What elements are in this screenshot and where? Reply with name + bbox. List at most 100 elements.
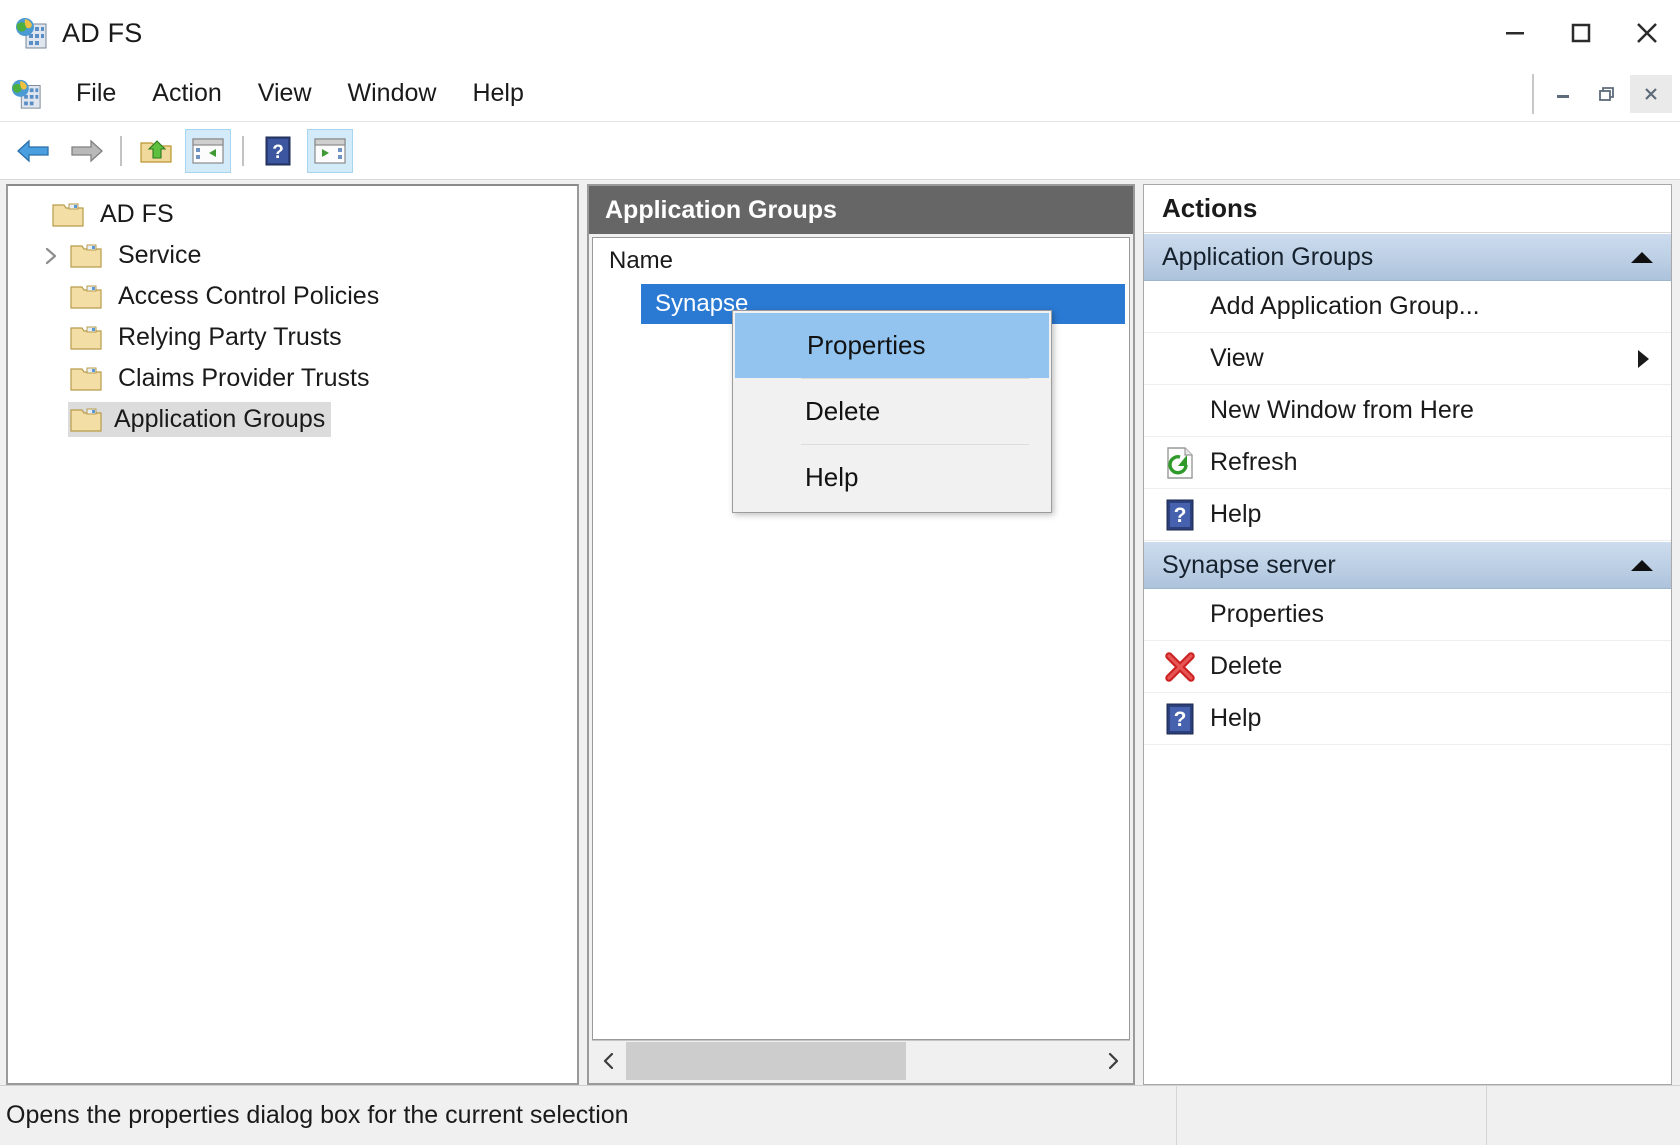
folder-icon bbox=[70, 243, 102, 269]
action-view[interactable]: View bbox=[1144, 333, 1671, 385]
window-title: AD FS bbox=[62, 17, 143, 48]
context-menu-item-properties[interactable]: Properties bbox=[735, 313, 1049, 378]
collapse-up-arrow-icon[interactable] bbox=[1631, 251, 1653, 263]
tree-item-claims-provider-trusts[interactable]: Claims Provider Trusts bbox=[8, 358, 577, 399]
chevron-left-icon[interactable] bbox=[592, 1042, 626, 1080]
svg-text:?: ? bbox=[272, 142, 284, 163]
folder-icon bbox=[70, 366, 102, 392]
menu-help[interactable]: Help bbox=[454, 75, 541, 112]
actions-group-label: Synapse server bbox=[1162, 550, 1336, 579]
action-label: Properties bbox=[1210, 600, 1324, 628]
no-icon bbox=[1162, 341, 1198, 377]
status-bar: Opens the properties dialog box for the … bbox=[0, 1085, 1680, 1145]
action-label: Add Application Group... bbox=[1210, 292, 1480, 320]
chevron-right-icon[interactable] bbox=[1096, 1042, 1130, 1080]
window-controls bbox=[1482, 0, 1680, 66]
action-label: Refresh bbox=[1210, 448, 1298, 476]
folder-icon bbox=[52, 202, 84, 228]
actions-group-label: Application Groups bbox=[1162, 242, 1374, 271]
folder-up-icon bbox=[140, 139, 172, 163]
svg-text:?: ? bbox=[1174, 708, 1187, 731]
adfs-icon-small bbox=[10, 78, 42, 110]
help-question-icon: ? bbox=[265, 136, 291, 165]
forward-button[interactable] bbox=[63, 129, 109, 173]
action-help-group1[interactable]: ? Help bbox=[1144, 489, 1671, 541]
no-icon bbox=[1162, 289, 1198, 325]
menu-file[interactable]: File bbox=[58, 75, 134, 112]
console-tree-pane: AD FS Service Access Control Policies Re… bbox=[6, 184, 579, 1085]
maximize-button[interactable] bbox=[1548, 0, 1614, 66]
mdi-minimize-button[interactable] bbox=[1542, 74, 1584, 113]
folder-icon bbox=[70, 284, 102, 310]
context-menu-item-help[interactable]: Help bbox=[733, 445, 1051, 510]
toolbar-separator bbox=[120, 135, 122, 166]
tree-item-access-control-policies[interactable]: Access Control Policies bbox=[8, 276, 577, 317]
back-button[interactable] bbox=[11, 129, 57, 173]
scrollbar-track[interactable] bbox=[626, 1041, 1096, 1080]
folder-icon bbox=[70, 407, 102, 433]
tree-item-label: Relying Party Trusts bbox=[118, 323, 342, 351]
tree-item-application-groups[interactable]: Application Groups bbox=[8, 399, 577, 440]
action-add-application-group[interactable]: Add Application Group... bbox=[1144, 281, 1671, 333]
menu-window[interactable]: Window bbox=[330, 75, 455, 112]
action-label: Help bbox=[1210, 500, 1262, 528]
tree-item-label: Claims Provider Trusts bbox=[118, 364, 370, 392]
submenu-arrow-icon bbox=[1638, 349, 1649, 368]
context-menu-label: Properties bbox=[807, 330, 926, 360]
action-label: New Window from Here bbox=[1210, 396, 1474, 424]
action-label: Help bbox=[1210, 704, 1262, 732]
action-help-group2[interactable]: ? Help bbox=[1144, 693, 1671, 745]
status-cell-secondary bbox=[1177, 1086, 1487, 1145]
collapse-up-arrow-icon[interactable] bbox=[1631, 559, 1653, 571]
folder-icon bbox=[70, 325, 102, 351]
tree-item-relying-party-trusts[interactable]: Relying Party Trusts bbox=[8, 317, 577, 358]
refresh-icon bbox=[1162, 445, 1198, 481]
minimize-button[interactable] bbox=[1482, 0, 1548, 66]
action-label: View bbox=[1210, 344, 1264, 372]
show-hide-tree-button[interactable] bbox=[185, 128, 231, 173]
menu-items: File Action View Window Help bbox=[58, 75, 542, 112]
adfs-icon bbox=[14, 16, 48, 50]
context-menu-label: Help bbox=[805, 462, 859, 492]
tree-item-service[interactable]: Service bbox=[8, 235, 577, 276]
actions-group-header-synapse-server[interactable]: Synapse server bbox=[1144, 541, 1671, 589]
status-message: Opens the properties dialog box for the … bbox=[0, 1086, 1177, 1145]
action-new-window-from-here[interactable]: New Window from Here bbox=[1144, 385, 1671, 437]
mdi-close-button[interactable] bbox=[1630, 74, 1672, 113]
no-icon bbox=[1162, 597, 1198, 633]
horizontal-scrollbar[interactable] bbox=[592, 1040, 1130, 1080]
mdi-window-controls bbox=[1532, 73, 1672, 114]
chevron-right-icon[interactable] bbox=[34, 245, 68, 267]
show-hide-action-pane-button[interactable] bbox=[307, 128, 353, 173]
menu-bar: File Action View Window Help bbox=[0, 66, 1680, 122]
action-properties[interactable]: Properties bbox=[1144, 589, 1671, 641]
scrollbar-thumb[interactable] bbox=[626, 1041, 906, 1080]
close-button[interactable] bbox=[1614, 0, 1680, 66]
action-label: Delete bbox=[1210, 652, 1283, 680]
list-pane-title: Application Groups bbox=[589, 186, 1133, 234]
tree-item-label: Access Control Policies bbox=[118, 282, 380, 310]
action-refresh[interactable]: Refresh bbox=[1144, 437, 1671, 489]
show-tree-icon bbox=[192, 137, 224, 164]
tree-item-ad-fs[interactable]: AD FS bbox=[8, 194, 577, 235]
context-menu-item-delete[interactable]: Delete bbox=[733, 379, 1051, 444]
context-menu: Properties Delete Help bbox=[732, 310, 1052, 513]
help-question-icon: ? bbox=[1162, 497, 1198, 533]
action-delete[interactable]: Delete bbox=[1144, 641, 1671, 693]
mdi-restore-button[interactable] bbox=[1586, 74, 1628, 113]
title-bar: AD FS bbox=[0, 0, 1680, 66]
actions-group-header-application-groups[interactable]: Application Groups bbox=[1144, 233, 1671, 281]
actions-pane: Actions Application Groups Add Applicati… bbox=[1143, 184, 1672, 1085]
help-button[interactable]: ? bbox=[255, 129, 301, 173]
forward-arrow-icon bbox=[71, 139, 103, 162]
menu-action[interactable]: Action bbox=[134, 75, 239, 112]
toolbar-separator-2 bbox=[242, 135, 244, 166]
tree-item-label: Service bbox=[118, 241, 202, 269]
up-one-level-button[interactable] bbox=[133, 129, 179, 173]
menu-view[interactable]: View bbox=[240, 75, 330, 112]
tree-item-label: Application Groups bbox=[114, 405, 326, 433]
red-x-icon bbox=[1162, 649, 1198, 685]
column-header-name[interactable]: Name bbox=[593, 238, 1129, 284]
adfs-management-console-window: AD FS File Action View Window Help ? AD … bbox=[0, 0, 1680, 1145]
back-arrow-icon bbox=[17, 139, 49, 162]
